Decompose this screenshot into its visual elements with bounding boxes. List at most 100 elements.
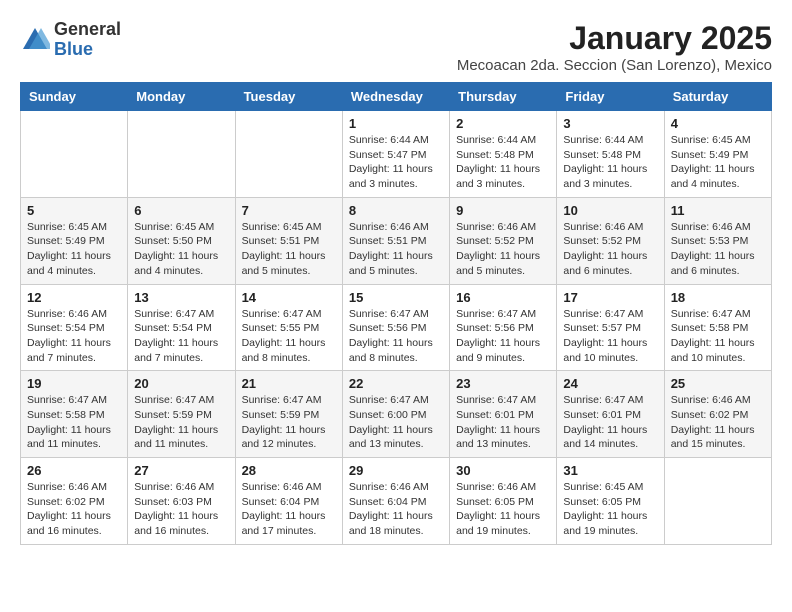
day-info: Sunrise: 6:44 AM Sunset: 5:47 PM Dayligh…	[349, 133, 443, 192]
day-number: 9	[456, 203, 550, 218]
calendar-cell: 16 Sunrise: 6:47 AM Sunset: 5:56 PM Dayli…	[450, 284, 557, 371]
calendar-cell: 2 Sunrise: 6:44 AM Sunset: 5:48 PM Daylig…	[450, 111, 557, 198]
day-number: 18	[671, 290, 765, 305]
day-number: 15	[349, 290, 443, 305]
title-block: January 2025 Mecoacan 2da. Seccion (San …	[457, 20, 772, 74]
calendar-cell: 20Sunrise: 6:47 AM Sunset: 5:59 PM Dayli…	[128, 371, 235, 458]
week-row-3: 19Sunrise: 6:47 AM Sunset: 5:58 PM Dayli…	[21, 371, 772, 458]
day-number: 8	[349, 203, 443, 218]
day-number: 21	[242, 376, 336, 391]
day-number: 24	[563, 376, 657, 391]
calendar-cell: 12 Sunrise: 6:46 AM Sunset: 5:54 PM Dayli…	[21, 284, 128, 371]
calendar-cell: 25Sunrise: 6:46 AM Sunset: 6:02 PM Dayli…	[664, 371, 771, 458]
day-number: 7	[242, 203, 336, 218]
calendar-cell: 23 Sunrise: 6:47 AM Sunset: 6:01 PM Dayli…	[450, 371, 557, 458]
day-info: Sunrise: 6:46 AM Sunset: 6:02 PM Dayligh…	[27, 480, 121, 539]
day-number: 28	[242, 463, 336, 478]
day-info: Sunrise: 6:47 AM Sunset: 5:59 PM Dayligh…	[134, 393, 228, 452]
calendar-cell	[128, 111, 235, 198]
day-number: 4	[671, 116, 765, 131]
day-number: 19	[27, 376, 121, 391]
calendar-cell: 9Sunrise: 6:46 AM Sunset: 5:52 PM Daylig…	[450, 197, 557, 284]
day-info: Sunrise: 6:47 AM Sunset: 5:56 PM Dayligh…	[349, 307, 443, 366]
day-info: Sunrise: 6:47 AM Sunset: 5:58 PM Dayligh…	[671, 307, 765, 366]
calendar-cell: 4 Sunrise: 6:45 AM Sunset: 5:49 PM Daylig…	[664, 111, 771, 198]
calendar-cell	[235, 111, 342, 198]
logo: General Blue	[20, 20, 121, 60]
calendar-cell: 11 Sunrise: 6:46 AM Sunset: 5:53 PM Dayli…	[664, 197, 771, 284]
calendar-cell: 5Sunrise: 6:45 AM Sunset: 5:49 PM Daylig…	[21, 197, 128, 284]
day-info: Sunrise: 6:46 AM Sunset: 6:02 PM Dayligh…	[671, 393, 765, 452]
day-number: 6	[134, 203, 228, 218]
week-row-1: 5Sunrise: 6:45 AM Sunset: 5:49 PM Daylig…	[21, 197, 772, 284]
day-info: Sunrise: 6:45 AM Sunset: 5:49 PM Dayligh…	[671, 133, 765, 192]
calendar-cell: 29 Sunrise: 6:46 AM Sunset: 6:04 PM Dayli…	[342, 458, 449, 545]
calendar-cell: 13Sunrise: 6:47 AM Sunset: 5:54 PM Dayli…	[128, 284, 235, 371]
day-number: 1	[349, 116, 443, 131]
day-info: Sunrise: 6:47 AM Sunset: 5:57 PM Dayligh…	[563, 307, 657, 366]
calendar-cell: 22 Sunrise: 6:47 AM Sunset: 6:00 PM Dayli…	[342, 371, 449, 458]
header-day-tuesday: Tuesday	[235, 83, 342, 111]
day-number: 10	[563, 203, 657, 218]
day-info: Sunrise: 6:46 AM Sunset: 6:03 PM Dayligh…	[134, 480, 228, 539]
calendar-cell: 7 Sunrise: 6:45 AM Sunset: 5:51 PM Daylig…	[235, 197, 342, 284]
day-number: 14	[242, 290, 336, 305]
day-number: 29	[349, 463, 443, 478]
calendar-cell: 31 Sunrise: 6:45 AM Sunset: 6:05 PM Dayli…	[557, 458, 664, 545]
day-number: 22	[349, 376, 443, 391]
day-info: Sunrise: 6:46 AM Sunset: 5:53 PM Dayligh…	[671, 220, 765, 279]
calendar-cell: 17 Sunrise: 6:47 AM Sunset: 5:57 PM Dayli…	[557, 284, 664, 371]
day-info: Sunrise: 6:44 AM Sunset: 5:48 PM Dayligh…	[456, 133, 550, 192]
day-info: Sunrise: 6:45 AM Sunset: 6:05 PM Dayligh…	[563, 480, 657, 539]
day-number: 27	[134, 463, 228, 478]
calendar-cell: 28 Sunrise: 6:46 AM Sunset: 6:04 PM Dayli…	[235, 458, 342, 545]
day-info: Sunrise: 6:46 AM Sunset: 5:52 PM Dayligh…	[563, 220, 657, 279]
calendar-cell: 14Sunrise: 6:47 AM Sunset: 5:55 PM Dayli…	[235, 284, 342, 371]
page-header: General Blue January 2025 Mecoacan 2da. …	[20, 20, 772, 74]
calendar-table: SundayMondayTuesdayWednesdayThursdayFrid…	[20, 82, 772, 545]
calendar-cell: 21Sunrise: 6:47 AM Sunset: 5:59 PM Dayli…	[235, 371, 342, 458]
calendar-title: January 2025	[457, 20, 772, 57]
day-info: Sunrise: 6:45 AM Sunset: 5:50 PM Dayligh…	[134, 220, 228, 279]
calendar-cell: 6 Sunrise: 6:45 AM Sunset: 5:50 PM Daylig…	[128, 197, 235, 284]
day-number: 12	[27, 290, 121, 305]
calendar-cell: 24 Sunrise: 6:47 AM Sunset: 6:01 PM Dayli…	[557, 371, 664, 458]
calendar-cell: 10 Sunrise: 6:46 AM Sunset: 5:52 PM Dayli…	[557, 197, 664, 284]
day-info: Sunrise: 6:46 AM Sunset: 6:05 PM Dayligh…	[456, 480, 550, 539]
day-number: 17	[563, 290, 657, 305]
calendar-subtitle: Mecoacan 2da. Seccion (San Lorenzo), Mex…	[457, 57, 772, 74]
calendar-cell: 8 Sunrise: 6:46 AM Sunset: 5:51 PM Daylig…	[342, 197, 449, 284]
header-day-saturday: Saturday	[664, 83, 771, 111]
day-info: Sunrise: 6:44 AM Sunset: 5:48 PM Dayligh…	[563, 133, 657, 192]
day-info: Sunrise: 6:46 AM Sunset: 6:04 PM Dayligh…	[242, 480, 336, 539]
day-number: 11	[671, 203, 765, 218]
day-number: 2	[456, 116, 550, 131]
day-number: 31	[563, 463, 657, 478]
day-info: Sunrise: 6:47 AM Sunset: 5:54 PM Dayligh…	[134, 307, 228, 366]
day-info: Sunrise: 6:47 AM Sunset: 6:01 PM Dayligh…	[456, 393, 550, 452]
header-day-friday: Friday	[557, 83, 664, 111]
header-row: SundayMondayTuesdayWednesdayThursdayFrid…	[21, 83, 772, 111]
day-info: Sunrise: 6:46 AM Sunset: 6:04 PM Dayligh…	[349, 480, 443, 539]
day-number: 23	[456, 376, 550, 391]
day-number: 5	[27, 203, 121, 218]
logo-general: General	[54, 19, 121, 39]
calendar-cell: 27 Sunrise: 6:46 AM Sunset: 6:03 PM Dayli…	[128, 458, 235, 545]
day-number: 3	[563, 116, 657, 131]
logo-icon	[20, 25, 50, 55]
calendar-cell	[21, 111, 128, 198]
day-info: Sunrise: 6:46 AM Sunset: 5:51 PM Dayligh…	[349, 220, 443, 279]
header-day-wednesday: Wednesday	[342, 83, 449, 111]
day-info: Sunrise: 6:45 AM Sunset: 5:51 PM Dayligh…	[242, 220, 336, 279]
day-info: Sunrise: 6:47 AM Sunset: 6:01 PM Dayligh…	[563, 393, 657, 452]
day-info: Sunrise: 6:46 AM Sunset: 5:54 PM Dayligh…	[27, 307, 121, 366]
logo-text: General Blue	[54, 20, 121, 60]
header-day-thursday: Thursday	[450, 83, 557, 111]
calendar-cell: 1 Sunrise: 6:44 AM Sunset: 5:47 PM Daylig…	[342, 111, 449, 198]
calendar-cell: 15 Sunrise: 6:47 AM Sunset: 5:56 PM Dayli…	[342, 284, 449, 371]
day-info: Sunrise: 6:47 AM Sunset: 5:56 PM Dayligh…	[456, 307, 550, 366]
header-day-monday: Monday	[128, 83, 235, 111]
header-day-sunday: Sunday	[21, 83, 128, 111]
day-number: 16	[456, 290, 550, 305]
day-info: Sunrise: 6:47 AM Sunset: 6:00 PM Dayligh…	[349, 393, 443, 452]
